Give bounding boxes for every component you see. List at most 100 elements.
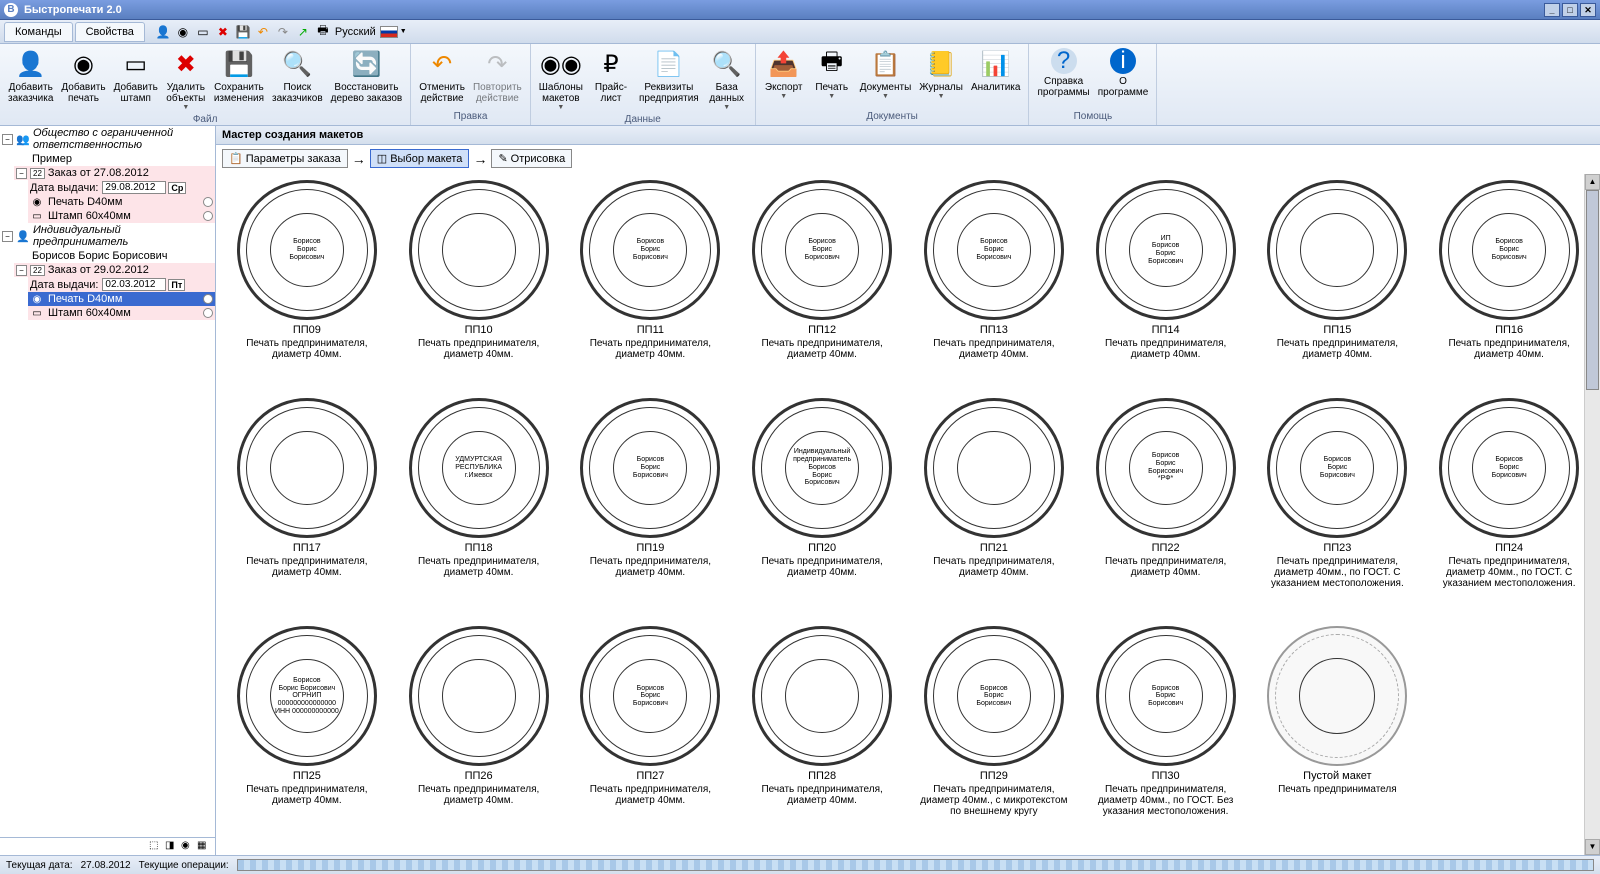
radio-icon[interactable]	[203, 308, 213, 318]
maximize-button[interactable]: □	[1562, 3, 1578, 17]
collapse-icon[interactable]: −	[16, 265, 27, 276]
date-input[interactable]: 02.03.2012	[102, 278, 166, 291]
add-stamp-button[interactable]: ▭Добавить штамп	[110, 46, 162, 113]
stamp-inner-text: БорисовБорисБорисович	[1472, 213, 1546, 287]
collapse-icon[interactable]: −	[2, 231, 13, 242]
restore-tree-button[interactable]: 🔄Восстановить дерево заказов	[327, 46, 407, 113]
stamp-template-item[interactable]: БорисовБорисБорисовичПП30Печать предприн…	[1083, 626, 1249, 847]
stamp-template-item[interactable]: БорисовБорисБорисовичПП11Печать предприн…	[568, 180, 734, 390]
stamp-template-item[interactable]: БорисовБорисБорисовичПП09Печать предприн…	[224, 180, 390, 390]
stamp-inner-text: БорисовБорисБорисович	[1129, 659, 1203, 733]
redo-button[interactable]: ↷Повторить действие	[469, 46, 526, 110]
stamp-template-item[interactable]: Пустой макетПечать предпринимателя	[1255, 626, 1421, 847]
export-button[interactable]: 📤Экспорт▼	[760, 46, 808, 110]
collapse-icon[interactable]: −	[2, 134, 13, 145]
save-changes-button[interactable]: 💾Сохранить изменения	[210, 46, 268, 113]
stamp-inner-text	[957, 431, 1031, 505]
stamp-template-item[interactable]: ПП17Печать предпринимателя, диаметр 40мм…	[224, 398, 390, 619]
redo-icon[interactable]: ↷	[275, 24, 291, 40]
footer-icon-1[interactable]: ⬚	[149, 840, 163, 854]
tree-order-node[interactable]: − 22 Заказ от 29.02.2012	[14, 263, 215, 277]
vertical-scrollbar[interactable]: ▲ ▼	[1584, 174, 1600, 855]
footer-icon-4[interactable]: ▦	[197, 840, 211, 854]
search-customers-button[interactable]: 🔍Поиск заказчиков	[268, 46, 327, 113]
database-button[interactable]: 🔍База данных▼	[703, 46, 751, 113]
stamp-template-item[interactable]: УДМУРТСКАЯ РЕСПУБЛИКАг.ИжевскПП18Печать …	[396, 398, 562, 619]
wizard-step-layout[interactable]: ◫Выбор макета	[370, 149, 470, 168]
tab-properties[interactable]: Свойства	[75, 22, 145, 42]
stamp-description: Печать предпринимателя, диаметр 40мм., п…	[1091, 784, 1241, 817]
company-details-button[interactable]: 📄Реквизиты предприятия	[635, 46, 703, 113]
wizard-step-render[interactable]: ✎Отрисовка	[491, 149, 572, 168]
scroll-down-icon[interactable]: ▼	[1585, 839, 1600, 855]
order-item-seal[interactable]: ◉ Печать D40мм	[28, 195, 215, 209]
collapse-icon[interactable]: −	[16, 168, 27, 179]
delete-icon[interactable]: ✖	[215, 24, 231, 40]
documents-button[interactable]: 📋Документы▼	[856, 46, 916, 110]
date-input[interactable]: 29.08.2012	[102, 181, 166, 194]
analytics-button[interactable]: 📊Аналитика	[967, 46, 1025, 110]
order-item-stamp[interactable]: ▭ Штамп 60х40мм	[28, 306, 215, 320]
print-button[interactable]: 🖶Печать▼	[808, 46, 856, 110]
undo-icon[interactable]: ↶	[255, 24, 271, 40]
order-item-seal-selected[interactable]: ◉ Печать D40мм	[28, 292, 215, 306]
radio-icon[interactable]	[203, 294, 213, 304]
close-button[interactable]: ✕	[1580, 3, 1596, 17]
tab-commands[interactable]: Команды	[4, 22, 73, 42]
add-customer-button[interactable]: 👤Добавить заказчика	[4, 46, 57, 113]
tree-org-node[interactable]: − 👥 Общество с ограниченной ответственно…	[0, 126, 215, 152]
stamp-template-item[interactable]: БорисовБорисБорисовичПП13Печать предприн…	[911, 180, 1077, 390]
wizard-step-params[interactable]: 📋Параметры заказа	[222, 149, 348, 168]
stamp-description: Печать предпринимателя, диаметр 40мм., с…	[919, 784, 1069, 817]
stamp-template-item[interactable]: БорисовБорисБорисовичПП24Печать предприн…	[1426, 398, 1592, 619]
ribbon-group-data: ◉◉Шаблоны макетов▼ ₽Прайс- лист 📄Реквизи…	[531, 44, 756, 125]
export-icon[interactable]: ↗	[295, 24, 311, 40]
about-button[interactable]: iО программе	[1094, 46, 1153, 110]
tree-org-node[interactable]: − 👤 Индивидуальный предприниматель	[0, 223, 215, 249]
undo-button[interactable]: ↶Отменить действие	[415, 46, 469, 110]
add-seal-button[interactable]: ◉Добавить печать	[57, 46, 109, 113]
stamp-template-item[interactable]: ПП28Печать предпринимателя, диаметр 40мм…	[739, 626, 905, 847]
tree-person-name[interactable]: Борисов Борис Борисович	[14, 249, 215, 263]
print-icon[interactable]: 🖶	[315, 24, 331, 40]
tree-order-node[interactable]: − 22 Заказ от 27.08.2012	[14, 166, 215, 180]
add-stamp-icon[interactable]: ◉	[175, 24, 191, 40]
stamp-template-item[interactable]: ИПБорисовБорисБорисовичПП14Печать предпр…	[1083, 180, 1249, 390]
stamp-template-item[interactable]: ПП26Печать предпринимателя, диаметр 40мм…	[396, 626, 562, 847]
stamp-template-item[interactable]: ПП10Печать предпринимателя, диаметр 40мм…	[396, 180, 562, 390]
stamp-template-item[interactable]: БорисовБорисБорисовичПП12Печать предприн…	[739, 180, 905, 390]
stamp-template-item[interactable]: БорисовБорисБорисовичПП29Печать предприн…	[911, 626, 1077, 847]
help-button[interactable]: ?Справка программы	[1033, 46, 1093, 110]
price-icon: ₽	[595, 48, 627, 80]
journals-button[interactable]: 📒Журналы▼	[915, 46, 967, 110]
tree-sample-node[interactable]: Пример	[14, 152, 215, 166]
lang-dropdown-icon[interactable]: ▼	[400, 28, 407, 35]
stamp-preview: БорисовБорисБорисович	[752, 180, 892, 320]
order-item-stamp[interactable]: ▭ Штамп 60х40мм	[28, 209, 215, 223]
radio-icon[interactable]	[203, 211, 213, 221]
stamp-template-item[interactable]: ПП15Печать предпринимателя, диаметр 40мм…	[1255, 180, 1421, 390]
templates-button[interactable]: ◉◉Шаблоны макетов▼	[535, 46, 587, 113]
stamp-template-item[interactable]: БорисовБорисБорисовичПП27Печать предприн…	[568, 626, 734, 847]
add-rect-icon[interactable]: ▭	[195, 24, 211, 40]
delete-objects-button[interactable]: ✖Удалить объекты▼	[162, 46, 210, 113]
save-icon[interactable]: 💾	[235, 24, 251, 40]
stamp-preview: ИндивидуальныйпредпринимательБорисовБори…	[752, 398, 892, 538]
stamp-template-item[interactable]: ИндивидуальныйпредпринимательБорисовБори…	[739, 398, 905, 619]
pricelist-button[interactable]: ₽Прайс- лист	[587, 46, 635, 113]
scroll-thumb[interactable]	[1586, 190, 1599, 390]
stamp-inner-text	[442, 213, 516, 287]
scroll-up-icon[interactable]: ▲	[1585, 174, 1600, 190]
stamp-template-item[interactable]: БорисовБорисБорисовичПП23Печать предприн…	[1255, 398, 1421, 619]
language-label[interactable]: Русский	[335, 26, 376, 38]
footer-icon-2[interactable]: ◨	[165, 840, 179, 854]
stamp-template-item[interactable]: БорисовБорисБорисовичПП16Печать предприн…	[1426, 180, 1592, 390]
radio-icon[interactable]	[203, 197, 213, 207]
stamp-template-item[interactable]: БорисовБорисБорисовичПП19Печать предприн…	[568, 398, 734, 619]
footer-icon-3[interactable]: ◉	[181, 840, 195, 854]
stamp-template-item[interactable]: БорисовБорисБорисович*РФ*ПП22Печать пред…	[1083, 398, 1249, 619]
add-user-icon[interactable]: 👤	[155, 24, 171, 40]
stamp-template-item[interactable]: ПП21Печать предпринимателя, диаметр 40мм…	[911, 398, 1077, 619]
minimize-button[interactable]: _	[1544, 3, 1560, 17]
stamp-template-item[interactable]: БорисовБорис БорисовичОГРНИП 00000000000…	[224, 626, 390, 847]
